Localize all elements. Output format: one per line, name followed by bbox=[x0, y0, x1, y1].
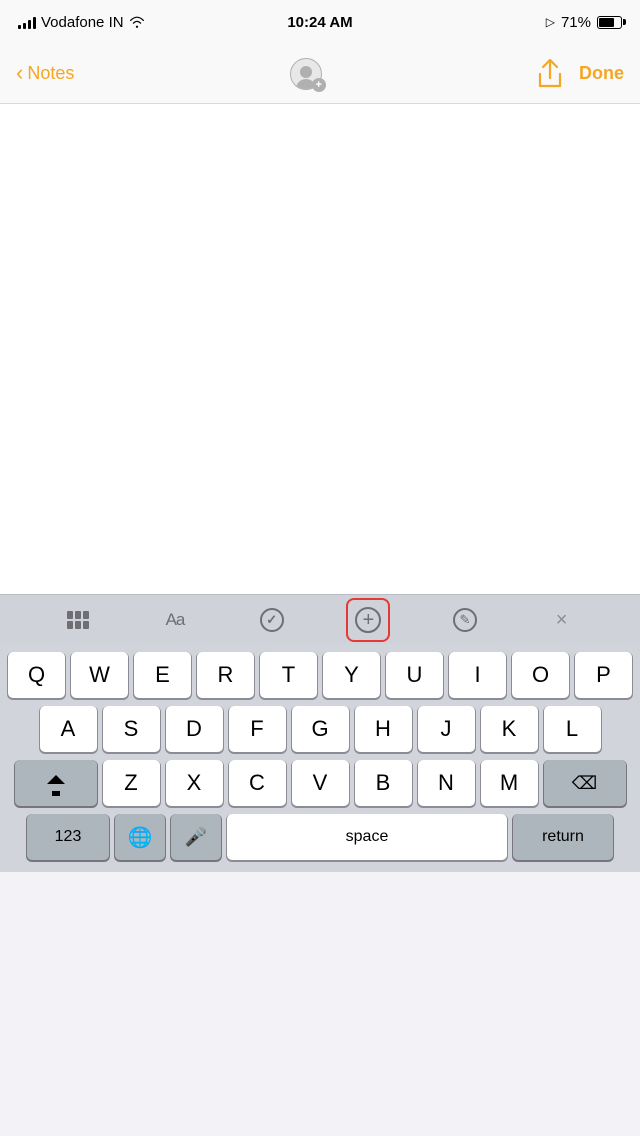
draw-icon bbox=[453, 608, 477, 632]
keyboard-row-4: 123 🌐 🎤 space return bbox=[3, 814, 637, 860]
back-button[interactable]: ‹ Notes bbox=[16, 63, 74, 84]
key-m[interactable]: M bbox=[481, 760, 538, 806]
key-g[interactable]: G bbox=[292, 706, 349, 752]
share-button[interactable] bbox=[537, 58, 563, 90]
numbers-key[interactable]: 123 bbox=[27, 814, 109, 860]
key-n[interactable]: N bbox=[418, 760, 475, 806]
battery-fill bbox=[599, 18, 614, 27]
signal-bars bbox=[18, 15, 36, 29]
plus-badge-icon: + bbox=[312, 78, 326, 92]
numbers-label: 123 bbox=[55, 828, 82, 846]
key-s[interactable]: S bbox=[103, 706, 160, 752]
backspace-key[interactable]: ⌫ bbox=[544, 760, 626, 806]
close-icon: × bbox=[556, 610, 568, 630]
note-editor[interactable] bbox=[0, 104, 640, 594]
person-head bbox=[300, 66, 312, 78]
key-q[interactable]: Q bbox=[8, 652, 65, 698]
microphone-icon: 🎤 bbox=[185, 827, 207, 848]
formatting-toolbar: Aa × bbox=[0, 594, 640, 644]
insert-icon bbox=[355, 607, 381, 633]
checklist-button[interactable] bbox=[250, 598, 294, 642]
key-t[interactable]: T bbox=[260, 652, 317, 698]
key-e[interactable]: E bbox=[134, 652, 191, 698]
key-l[interactable]: L bbox=[544, 706, 601, 752]
location-icon: ▷ bbox=[546, 15, 555, 29]
nav-right: Done bbox=[537, 58, 624, 90]
microphone-key[interactable]: 🎤 bbox=[171, 814, 221, 860]
table-icon bbox=[67, 611, 89, 629]
key-z[interactable]: Z bbox=[103, 760, 160, 806]
status-right: ▷ 71% bbox=[546, 14, 622, 31]
carrier-name: Vodafone IN bbox=[41, 14, 124, 31]
nav-bar: ‹ Notes + Done bbox=[0, 44, 640, 104]
key-i[interactable]: I bbox=[449, 652, 506, 698]
key-r[interactable]: R bbox=[197, 652, 254, 698]
keyboard-row-1: Q W E R T Y U I O P bbox=[3, 652, 637, 698]
key-c[interactable]: C bbox=[229, 760, 286, 806]
battery-percentage: 71% bbox=[561, 14, 591, 31]
keyboard-row-2: A S D F G H J K L bbox=[3, 706, 637, 752]
space-label: space bbox=[346, 828, 389, 846]
share-icon bbox=[537, 58, 563, 90]
key-v[interactable]: V bbox=[292, 760, 349, 806]
close-keyboard-button[interactable]: × bbox=[540, 598, 584, 642]
back-chevron-icon: ‹ bbox=[16, 62, 23, 84]
back-label: Notes bbox=[27, 63, 74, 84]
return-key[interactable]: return bbox=[513, 814, 613, 860]
key-k[interactable]: K bbox=[481, 706, 538, 752]
nav-center: + bbox=[284, 52, 328, 96]
status-left: Vodafone IN bbox=[18, 14, 145, 31]
keyboard: Q W E R T Y U I O P A S D F G H J K L Z … bbox=[0, 644, 640, 872]
shift-icon bbox=[47, 770, 65, 796]
key-f[interactable]: F bbox=[229, 706, 286, 752]
wifi-icon bbox=[129, 16, 145, 28]
draw-button[interactable] bbox=[443, 598, 487, 642]
backspace-icon: ⌫ bbox=[572, 773, 597, 794]
space-key[interactable]: space bbox=[227, 814, 507, 860]
shift-key[interactable] bbox=[15, 760, 97, 806]
status-time: 10:24 AM bbox=[287, 14, 352, 31]
key-h[interactable]: H bbox=[355, 706, 412, 752]
key-j[interactable]: J bbox=[418, 706, 475, 752]
table-button[interactable] bbox=[56, 598, 100, 642]
done-button[interactable]: Done bbox=[579, 63, 624, 84]
globe-key[interactable]: 🌐 bbox=[115, 814, 165, 860]
key-b[interactable]: B bbox=[355, 760, 412, 806]
insert-button[interactable] bbox=[346, 598, 390, 642]
keyboard-row-3: Z X C V B N M ⌫ bbox=[3, 760, 637, 806]
key-w[interactable]: W bbox=[71, 652, 128, 698]
battery-icon bbox=[597, 16, 622, 29]
key-a[interactable]: A bbox=[40, 706, 97, 752]
key-x[interactable]: X bbox=[166, 760, 223, 806]
key-u[interactable]: U bbox=[386, 652, 443, 698]
key-y[interactable]: Y bbox=[323, 652, 380, 698]
add-collaborator-button[interactable]: + bbox=[284, 52, 328, 96]
status-bar: Vodafone IN 10:24 AM ▷ 71% bbox=[0, 0, 640, 44]
checklist-icon bbox=[260, 608, 284, 632]
return-label: return bbox=[542, 828, 584, 846]
text-format-button[interactable]: Aa bbox=[153, 598, 197, 642]
globe-icon: 🌐 bbox=[128, 825, 153, 850]
key-d[interactable]: D bbox=[166, 706, 223, 752]
key-p[interactable]: P bbox=[575, 652, 632, 698]
text-format-icon: Aa bbox=[166, 610, 185, 630]
key-o[interactable]: O bbox=[512, 652, 569, 698]
